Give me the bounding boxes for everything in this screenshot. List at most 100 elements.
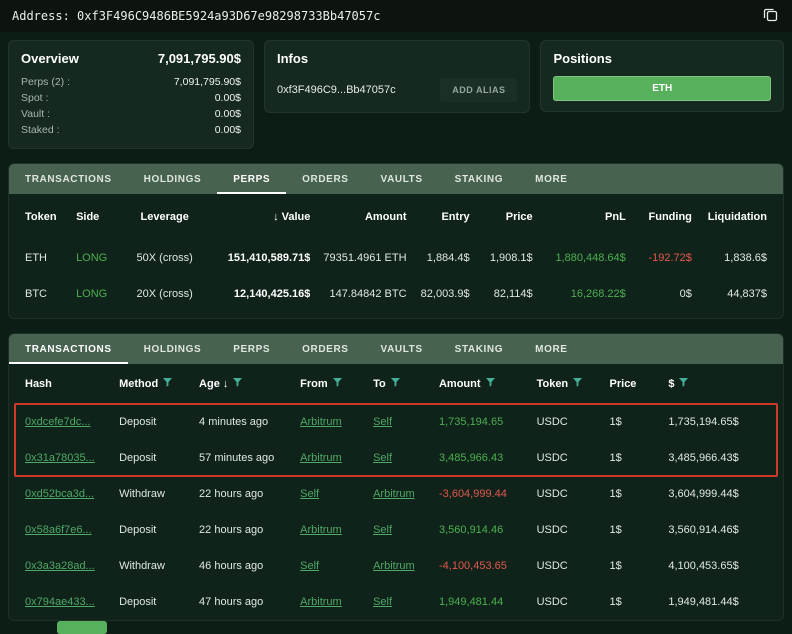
hash-link[interactable]: 0x794ae433... xyxy=(25,596,113,608)
column-label: $ xyxy=(668,378,674,390)
tab-transactions[interactable]: TRANSACTIONS xyxy=(9,334,128,364)
value-cell: 151,410,589.71$ xyxy=(208,252,310,264)
from-link[interactable]: Arbitrum xyxy=(300,416,367,428)
liquidation-cell: 1,838.6$ xyxy=(698,252,767,264)
hash-link[interactable]: 0x31a78035... xyxy=(25,452,113,464)
column-label: Amount xyxy=(439,378,481,390)
perps-tab-bar: TRANSACTIONSHOLDINGSPERPSORDERSVAULTSSTA… xyxy=(9,164,783,194)
perps-row: ETHLONG50X (cross)151,410,589.71$79351.4… xyxy=(9,240,783,276)
hash-link[interactable]: 0xdcefe7dc... xyxy=(25,416,113,428)
tab-staking[interactable]: STAKING xyxy=(439,334,519,364)
column-header-method[interactable]: Method xyxy=(119,378,193,390)
tab-orders[interactable]: ORDERS xyxy=(286,334,364,364)
filter-icon[interactable] xyxy=(333,378,342,390)
method-cell: Deposit xyxy=(119,596,193,608)
transactions-table-header: HashMethodAge ↓FromToAmountTokenPrice$ xyxy=(9,364,783,404)
tab-vaults[interactable]: VAULTS xyxy=(365,334,439,364)
transactions-table: HashMethodAge ↓FromToAmountTokenPrice$ 0… xyxy=(9,364,783,620)
amount-cell: 1,735,194.65 xyxy=(439,416,531,428)
stat-value: 0.00$ xyxy=(215,122,241,138)
age-cell: 57 minutes ago xyxy=(199,452,294,464)
age-cell: 22 hours ago xyxy=(199,524,294,536)
partial-button[interactable] xyxy=(57,621,107,634)
summary-cards: Overview 7,091,795.90$ Perps (2) : 7,091… xyxy=(0,32,792,157)
position-eth-button[interactable]: ETH xyxy=(553,76,771,101)
usd-cell: 3,604,999.44$ xyxy=(668,488,767,500)
column-header-age[interactable]: Age ↓ xyxy=(199,378,294,390)
column-label: Method xyxy=(119,378,158,390)
to-link[interactable]: Self xyxy=(373,416,433,428)
filter-icon[interactable] xyxy=(486,378,495,390)
transaction-row: 0x3a3a28ad...Withdraw46 hours agoSelfArb… xyxy=(9,548,783,584)
tab-more[interactable]: MORE xyxy=(519,164,583,194)
tab-holdings[interactable]: HOLDINGS xyxy=(128,334,218,364)
value-cell: 12,140,425.16$ xyxy=(208,288,310,300)
method-cell: Deposit xyxy=(119,416,193,428)
to-link[interactable]: Arbitrum xyxy=(373,488,433,500)
filter-icon[interactable] xyxy=(679,378,688,390)
column-header-leverage: Leverage xyxy=(141,211,189,223)
token-cell: USDC xyxy=(537,524,604,536)
column-label: Age ↓ xyxy=(199,378,228,390)
method-cell: Deposit xyxy=(119,524,193,536)
transactions-section: TRANSACTIONSHOLDINGSPERPSORDERSVAULTSSTA… xyxy=(8,333,784,621)
infos-title: Infos xyxy=(277,51,517,66)
column-label: To xyxy=(373,378,386,390)
transactions-table-body: 0xdcefe7dc... Deposit 4 minutes ago Arbitru… xyxy=(9,404,783,620)
token-cell: USDC xyxy=(537,452,604,464)
to-link[interactable]: Arbitrum xyxy=(373,560,433,572)
column-header-from[interactable]: From xyxy=(300,378,367,390)
tab-staking[interactable]: STAKING xyxy=(439,164,519,194)
filter-icon[interactable] xyxy=(233,378,242,390)
price-cell: 1$ xyxy=(610,488,663,500)
to-link[interactable]: Self xyxy=(373,524,433,536)
from-link[interactable]: Arbitrum xyxy=(300,452,367,464)
column-label: Hash xyxy=(25,378,52,390)
tab-more[interactable]: MORE xyxy=(519,334,583,364)
positions-title: Positions xyxy=(553,51,771,66)
overview-stat-vault: Vault : 0.00$ xyxy=(21,106,241,122)
filter-icon[interactable] xyxy=(391,378,400,390)
overview-card: Overview 7,091,795.90$ Perps (2) : 7,091… xyxy=(8,40,254,149)
hash-link[interactable]: 0x58a6f7e6... xyxy=(25,524,113,536)
tab-vaults[interactable]: VAULTS xyxy=(365,164,439,194)
hash-link[interactable]: 0x3a3a28ad... xyxy=(25,560,113,572)
price-cell: 1$ xyxy=(610,560,663,572)
column-header-pnl: PnL xyxy=(605,211,626,223)
add-alias-button[interactable]: ADD ALIAS xyxy=(440,78,517,102)
filter-icon[interactable] xyxy=(163,378,172,390)
from-link[interactable]: Arbitrum xyxy=(300,524,367,536)
to-link[interactable]: Self xyxy=(373,452,433,464)
column-label: From xyxy=(300,378,328,390)
stat-label: Perps (2) : xyxy=(21,74,70,90)
usd-cell: 1,949,481.44$ xyxy=(668,596,767,608)
from-link[interactable]: Self xyxy=(300,560,367,572)
leverage-cell: 50X (cross) xyxy=(127,252,202,264)
overview-total: 7,091,795.90$ xyxy=(158,51,241,66)
transaction-row: 0x58a6f7e6... Deposit 22 hours ago Arbitrum… xyxy=(9,512,783,548)
tab-perps[interactable]: PERPS xyxy=(217,164,286,194)
tab-perps[interactable]: PERPS xyxy=(217,334,286,364)
column-header-col[interactable]: $ xyxy=(668,378,767,390)
from-link[interactable]: Arbitrum xyxy=(300,596,367,608)
column-header-to[interactable]: To xyxy=(373,378,433,390)
to-link[interactable]: Self xyxy=(373,596,433,608)
amount-cell: 1,949,481.44 xyxy=(439,596,531,608)
tab-transactions[interactable]: TRANSACTIONS xyxy=(9,164,128,194)
stat-value: 0.00$ xyxy=(215,90,241,106)
column-header-value[interactable]: ↓ Value xyxy=(273,211,310,223)
amount-cell: -4,100,453.65 xyxy=(439,560,531,572)
age-cell: 4 minutes ago xyxy=(199,416,294,428)
copy-address-button[interactable] xyxy=(761,5,780,27)
from-link[interactable]: Self xyxy=(300,488,367,500)
stat-label: Staked : xyxy=(21,122,60,138)
hash-link[interactable]: 0xd52bca3d... xyxy=(25,488,113,500)
column-header-amount[interactable]: Amount xyxy=(439,378,531,390)
filter-icon[interactable] xyxy=(573,378,582,390)
tab-holdings[interactable]: HOLDINGS xyxy=(128,164,218,194)
amount-cell: 79351.4961 ETH xyxy=(316,252,406,264)
column-header-token[interactable]: Token xyxy=(537,378,604,390)
tab-orders[interactable]: ORDERS xyxy=(286,164,364,194)
entry-cell: 1,884.4$ xyxy=(413,252,470,264)
price-cell: 1$ xyxy=(610,452,663,464)
